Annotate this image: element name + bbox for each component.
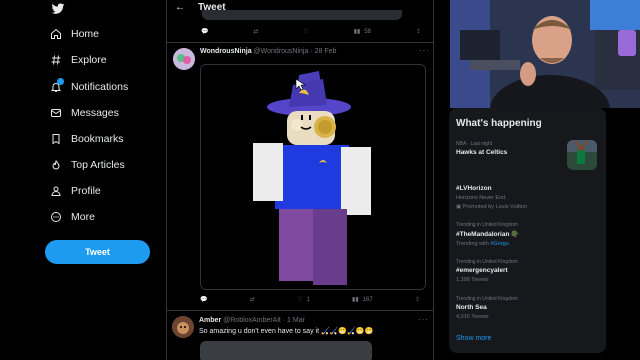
nav-label-messages: Messages	[71, 107, 119, 119]
tweet-image[interactable]	[200, 64, 426, 290]
flame-icon	[52, 160, 60, 170]
trend-item[interactable]: Trending in United Kingdom #TheMandalori…	[456, 222, 596, 247]
views-icon: ▮▮	[352, 297, 359, 303]
nav-item-more[interactable]: More	[50, 207, 95, 227]
retweet-icon[interactable]: ⇄	[250, 296, 255, 303]
more-circle-icon	[51, 212, 61, 222]
trend-name: North Sea	[456, 304, 487, 311]
nav-item-explore[interactable]: Explore	[50, 50, 107, 70]
avatar-image	[173, 48, 195, 70]
promoted-label: Promoted by Louis Vuitton	[462, 204, 528, 210]
page-margin	[606, 108, 640, 360]
nav-item-notifications[interactable]: Notifications	[50, 77, 128, 97]
nav-label-bookmarks: Bookmarks	[71, 133, 124, 145]
back-arrow-icon[interactable]: ←	[175, 2, 185, 13]
nav-label-more: More	[71, 211, 95, 223]
nav-label-profile: Profile	[71, 185, 101, 197]
reply-icon[interactable]: 💬	[200, 296, 207, 303]
previous-tweet-actions: 💬 ⇄ ♡ ▮▮ 58 ⇪	[201, 28, 421, 36]
reply-media[interactable]	[200, 341, 372, 360]
nav-label-notifications: Notifications	[71, 81, 129, 93]
trend-name: #TheMandalorian 🪖	[456, 231, 520, 238]
trend-tweet-count: 4,016 Tweets	[456, 314, 489, 320]
share-icon[interactable]: ⇪	[415, 296, 420, 303]
nav-label-explore: Explore	[71, 54, 107, 66]
sidebar-nav: Home Explore Notifications Messages Book…	[0, 0, 166, 360]
author-name: WondrousNinja	[200, 48, 252, 55]
notification-badge	[57, 78, 64, 85]
trends-title: What's happening	[456, 118, 542, 129]
webcam-overlay	[450, 0, 640, 108]
trend-tweet-count: 1,398 Tweets	[456, 277, 489, 283]
trend-hashtag-link[interactable]: #Grogu	[490, 241, 508, 247]
trend-thumbnail	[567, 140, 597, 170]
trend-item[interactable]: #LVHorizon Horizons Never End. ▣ Promote…	[456, 183, 596, 210]
views-count[interactable]: ▮▮ 58	[353, 28, 372, 36]
tweet-author[interactable]: WondrousNinja @WondrousNinja · 28 Feb	[200, 48, 336, 55]
reply-more-options-icon[interactable]: ···	[418, 315, 429, 324]
bookmark-icon	[52, 134, 60, 145]
reply-date: · 1 Mar	[282, 317, 305, 324]
previous-tweet-media	[202, 10, 402, 20]
tweet-actions: 💬 ⇄ ♡ 1 ▮▮ 167 ⇪	[200, 296, 420, 304]
views-value: 58	[364, 28, 372, 35]
more-options-icon[interactable]: ···	[419, 46, 430, 55]
divider	[166, 310, 434, 311]
roblox-avatar-image	[201, 65, 425, 289]
avatar[interactable]	[173, 48, 195, 70]
envelope-icon	[51, 109, 61, 117]
nav-item-bookmarks[interactable]: Bookmarks	[50, 129, 124, 149]
nav-label-home: Home	[71, 28, 100, 40]
trend-name: #LVHorizon	[456, 185, 492, 192]
nav-item-home[interactable]: Home	[50, 24, 99, 44]
like-icon: ♡	[297, 297, 303, 303]
reply-avatar-image	[172, 316, 194, 338]
reply-author-handle: @RobloxAmberAlt	[223, 317, 281, 324]
trend-promoted: ▣ Promoted by Louis Vuitton	[456, 204, 596, 210]
reply-author[interactable]: Amber @RobloxAmberAlt · 1 Mar	[199, 317, 305, 324]
tweet-date: · 28 Feb	[310, 48, 337, 55]
trend-item[interactable]: Trending in United Kingdom North Sea 4,0…	[456, 296, 596, 320]
like-value: 1	[306, 296, 310, 303]
nav-label-top-articles: Top Articles	[71, 159, 125, 171]
trend-description: Horizons Never End.	[456, 195, 507, 201]
reply-author-name: Amber	[199, 317, 222, 324]
trend-meta: Trending in United Kingdom	[456, 222, 518, 228]
reply-avatar[interactable]	[172, 316, 194, 338]
views-icon: ▮▮	[353, 29, 361, 35]
trend-with-label: Trending with	[456, 241, 491, 247]
trend-description: Trending with #Grogu	[456, 241, 596, 247]
trend-meta: Trending in United Kingdom	[456, 296, 518, 302]
trend-name: #emergencyalert	[456, 267, 508, 274]
views-count[interactable]: ▮▮ 167	[352, 296, 373, 304]
person-icon	[51, 186, 61, 196]
streamer-webcam-image	[450, 0, 640, 108]
twitter-logo-icon[interactable]	[50, 2, 66, 16]
nav-item-messages[interactable]: Messages	[50, 103, 119, 123]
reply-icon[interactable]: 💬	[201, 28, 208, 35]
trend-meta: Trending in United Kingdom	[456, 259, 518, 265]
show-more-link[interactable]: Show more	[456, 335, 491, 342]
views-value: 167	[362, 296, 373, 303]
basketball-photo	[567, 140, 597, 170]
nav-item-profile[interactable]: Profile	[50, 181, 101, 201]
like-icon[interactable]: ♡	[303, 28, 308, 35]
share-icon[interactable]: ⇪	[416, 28, 421, 35]
whats-happening-panel: What's happening NBA · Last night Hawks …	[449, 108, 606, 353]
author-handle: @WondrousNinja	[253, 48, 309, 55]
divider	[167, 42, 433, 43]
nav-item-top-articles[interactable]: Top Articles	[50, 155, 125, 175]
tweet-button[interactable]: Tweet	[45, 240, 150, 264]
retweet-icon[interactable]: ⇄	[253, 28, 258, 35]
promoted-icon: ▣	[456, 204, 463, 210]
hashtag-icon	[51, 55, 61, 65]
trend-item[interactable]: Trending in United Kingdom #emergencyale…	[456, 259, 596, 283]
reply-text: So amazing u don't even have to say it 🏑…	[199, 328, 374, 335]
home-icon	[51, 28, 61, 39]
like-count[interactable]: ♡ 1	[297, 296, 310, 304]
